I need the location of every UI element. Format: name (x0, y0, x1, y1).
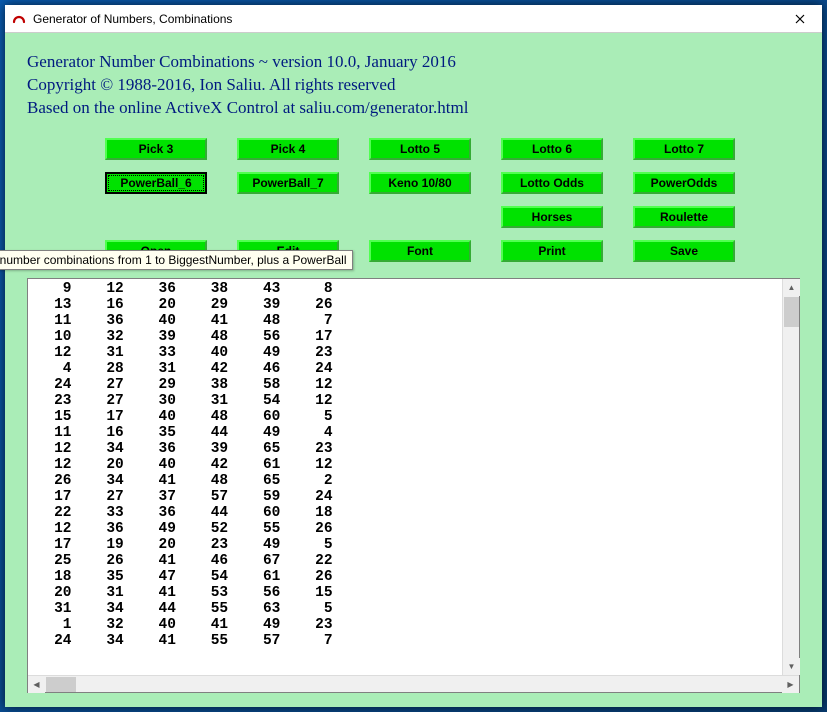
scroll-right-button[interactable]: ▶ (782, 676, 799, 693)
close-button[interactable] (777, 5, 822, 33)
keno-1080-button[interactable]: Keno 10/80 (369, 172, 471, 194)
scroll-left-button[interactable]: ◀ (28, 676, 45, 693)
vertical-scroll-thumb[interactable] (784, 297, 799, 327)
button-row-1: Pick 3 Pick 4 Lotto 5 Lotto 6 Lotto 7 (105, 138, 800, 160)
app-icon (11, 11, 27, 27)
output-text[interactable]: 9 12 36 38 43 8 13 16 20 29 39 26 11 36 … (28, 279, 782, 675)
window-title: Generator of Numbers, Combinations (27, 12, 777, 26)
pick-3-button[interactable]: Pick 3 (105, 138, 207, 160)
header-line-2: Copyright © 1988-2016, Ion Saliu. All ri… (27, 74, 800, 97)
powerball-7-button[interactable]: PowerBall_7 (237, 172, 339, 194)
tooltip: 5-number combinations from 1 to BiggestN… (0, 250, 353, 270)
titlebar: Generator of Numbers, Combinations (5, 5, 822, 33)
save-button[interactable]: Save (633, 240, 735, 262)
button-grid: Pick 3 Pick 4 Lotto 5 Lotto 6 Lotto 7 Po… (27, 138, 800, 262)
output-panel: 9 12 36 38 43 8 13 16 20 29 39 26 11 36 … (27, 278, 800, 693)
lotto-5-button[interactable]: Lotto 5 (369, 138, 471, 160)
print-button[interactable]: Print (501, 240, 603, 262)
button-row-2: PowerBall_6 PowerBall_7 Keno 10/80 Lotto… (105, 172, 800, 194)
vertical-scrollbar[interactable]: ▲ ▼ (782, 279, 799, 675)
app-window: Generator of Numbers, Combinations 5-num… (5, 5, 822, 707)
header-text: Generator Number Combinations ~ version … (27, 51, 800, 120)
horses-button[interactable]: Horses (501, 206, 603, 228)
lotto-6-button[interactable]: Lotto 6 (501, 138, 603, 160)
lotto-odds-button[interactable]: Lotto Odds (501, 172, 603, 194)
horizontal-scrollbar[interactable]: ◀ ▶ (28, 675, 799, 692)
button-row-3: Horses Roulette (105, 206, 800, 228)
horizontal-scroll-thumb[interactable] (46, 677, 76, 692)
powerball-6-button[interactable]: PowerBall_6 (105, 172, 207, 194)
header-line-3: Based on the online ActiveX Control at s… (27, 97, 800, 120)
output-area: 9 12 36 38 43 8 13 16 20 29 39 26 11 36 … (28, 279, 799, 675)
header-line-1: Generator Number Combinations ~ version … (27, 51, 800, 74)
content-area: 5-number combinations from 1 to BiggestN… (5, 33, 822, 707)
font-button[interactable]: Font (369, 240, 471, 262)
roulette-button[interactable]: Roulette (633, 206, 735, 228)
pick-4-button[interactable]: Pick 4 (237, 138, 339, 160)
lotto-7-button[interactable]: Lotto 7 (633, 138, 735, 160)
powerodds-button[interactable]: PowerOdds (633, 172, 735, 194)
scroll-up-button[interactable]: ▲ (783, 279, 800, 296)
scroll-down-button[interactable]: ▼ (783, 658, 800, 675)
